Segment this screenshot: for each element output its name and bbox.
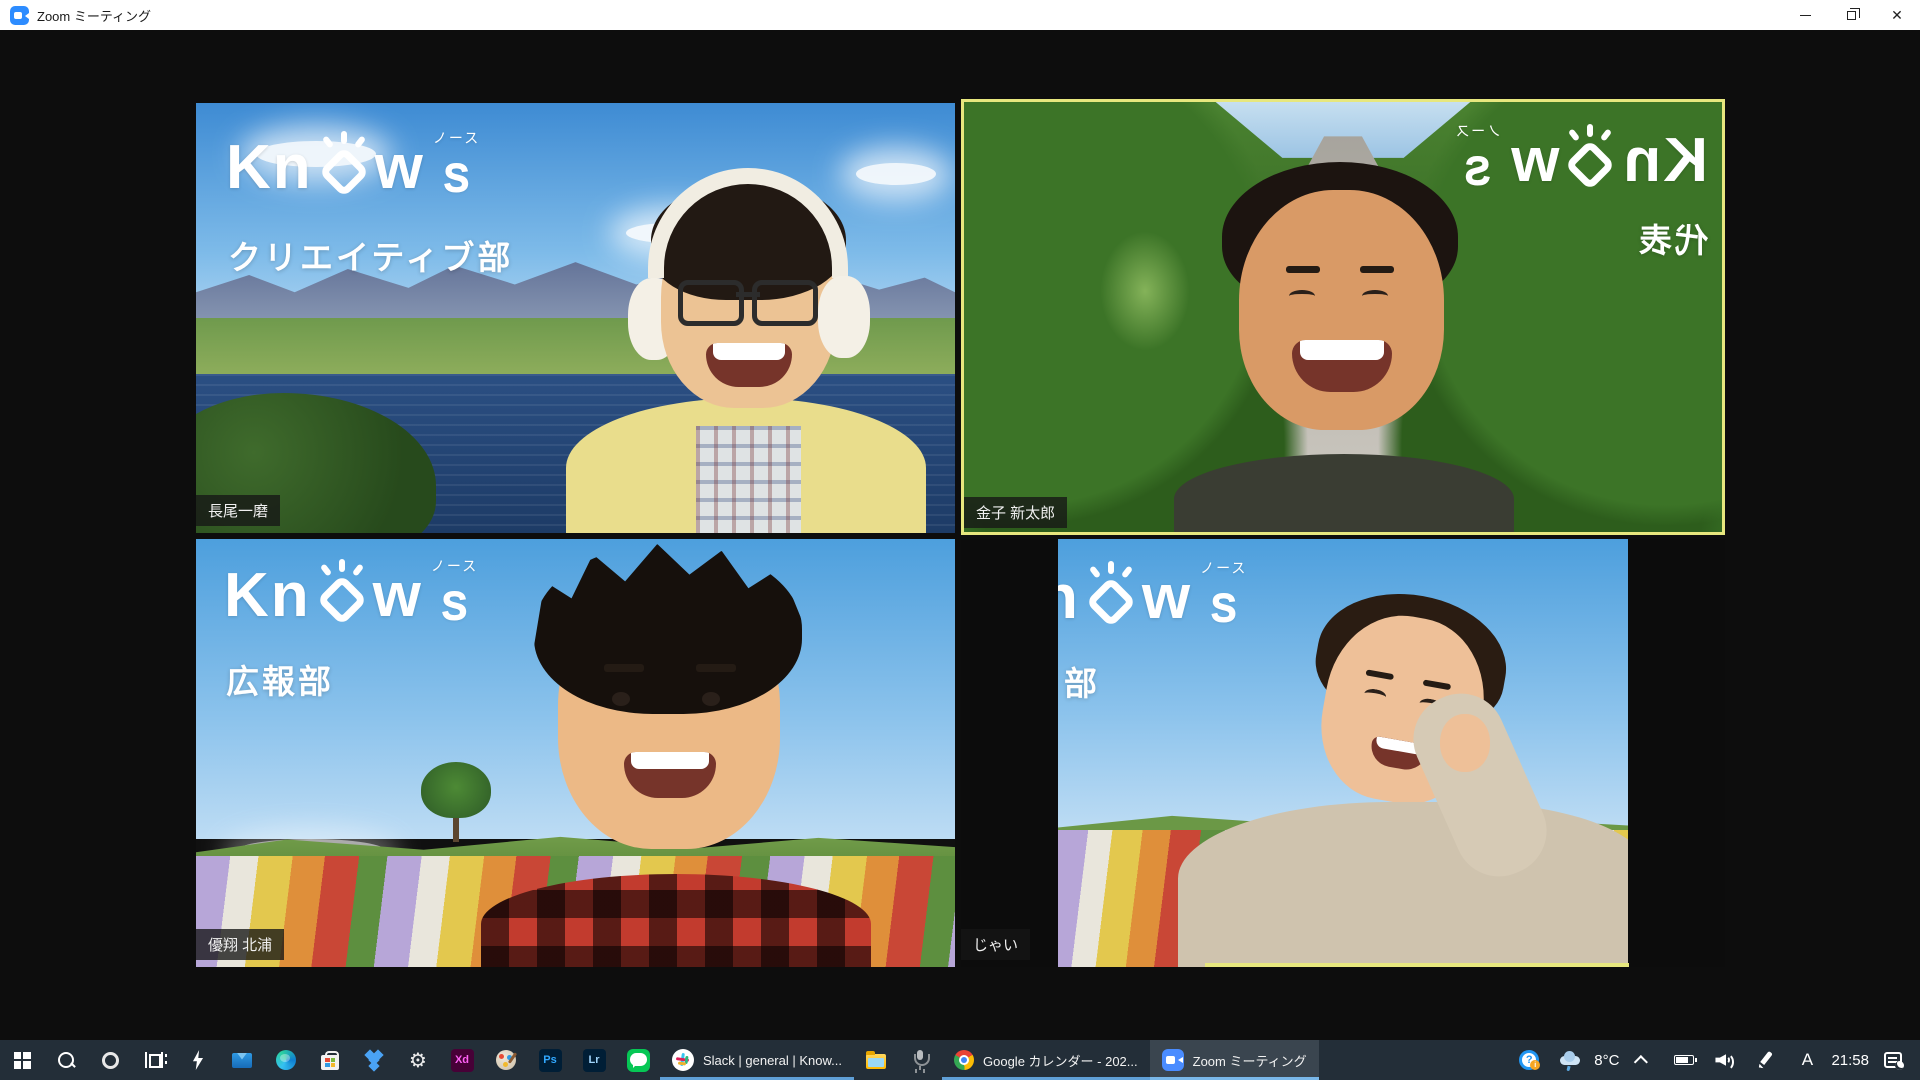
slack-window-button[interactable]: Slack | general | Know...	[660, 1040, 854, 1080]
edge-icon	[276, 1050, 296, 1070]
paint-3d-button[interactable]	[484, 1040, 528, 1080]
participant-name-label: じゃい	[961, 929, 1030, 960]
slack-icon	[672, 1049, 694, 1071]
action-center-button[interactable]	[1876, 1040, 1910, 1080]
photoshop-icon: Ps	[539, 1049, 562, 1072]
knows-logo: Kn w ノースs	[226, 131, 480, 199]
close-button[interactable]: ✕	[1874, 0, 1920, 30]
quick-launch-bolt-button[interactable]	[176, 1040, 220, 1080]
cortana-icon	[102, 1052, 119, 1069]
adobe-xd-icon: Xd	[451, 1049, 474, 1072]
participant-name-label: 金子 新太郎	[964, 497, 1067, 528]
help-question-icon: ?i	[1519, 1050, 1539, 1070]
gear-icon: ⚙	[409, 1050, 427, 1070]
participant-figure	[556, 158, 936, 533]
line-button[interactable]	[616, 1040, 660, 1080]
knows-logo-o-icon	[1567, 142, 1613, 188]
window-titlebar: Zoom ミーティング ✕	[0, 0, 1920, 30]
chrome-window-button[interactable]: Google カレンダー - 202...	[942, 1040, 1150, 1080]
speaker-icon	[1715, 1052, 1735, 1068]
ime-mode-letter: A	[1802, 1050, 1813, 1070]
cortana-button[interactable]	[88, 1040, 132, 1080]
knows-logo-cropped: n w ノースs	[1058, 561, 1247, 629]
windows-ink-button[interactable]	[1749, 1040, 1783, 1080]
notification-icon	[1884, 1052, 1902, 1068]
mail-icon	[232, 1053, 252, 1068]
windows-logo-icon	[14, 1052, 31, 1069]
close-icon: ✕	[1891, 8, 1903, 22]
settings-button[interactable]: ⚙	[396, 1040, 440, 1080]
chrome-icon	[954, 1050, 974, 1070]
search-icon	[57, 1051, 75, 1069]
microsoft-store-button[interactable]	[308, 1040, 352, 1080]
ime-mode-button[interactable]: A	[1790, 1040, 1824, 1080]
battery-tray-button[interactable]	[1667, 1040, 1701, 1080]
get-help-tray-button[interactable]: ?i	[1512, 1040, 1546, 1080]
chevron-up-icon	[1634, 1055, 1648, 1069]
department-label: クリエイティブ部	[228, 231, 513, 279]
video-tile-jai: n w ノースs 部	[1058, 539, 1628, 967]
lightroom-button[interactable]: Lr	[572, 1040, 616, 1080]
system-tray: ?i 8°C A 21:58	[1512, 1040, 1920, 1080]
windows-taskbar: ⚙ Xd Ps Lr Slack | general | Know... Goo…	[0, 1040, 1920, 1080]
photoshop-button[interactable]: Ps	[528, 1040, 572, 1080]
pen-icon	[1758, 1051, 1774, 1069]
participant-name-label: 長尾一磨	[196, 495, 280, 526]
knows-logo-o-icon	[321, 149, 367, 195]
temperature-readout[interactable]: 8°C	[1594, 1052, 1619, 1069]
paint-palette-icon	[496, 1050, 516, 1070]
restore-icon	[1847, 11, 1856, 20]
minimize-icon	[1800, 15, 1811, 16]
start-button[interactable]	[0, 1040, 44, 1080]
show-hidden-icons-button[interactable]	[1626, 1040, 1660, 1080]
voice-recorder-button[interactable]	[898, 1040, 942, 1080]
dropbox-button[interactable]	[352, 1040, 396, 1080]
restore-button[interactable]	[1828, 0, 1874, 30]
zoom-app-icon	[10, 6, 29, 25]
store-icon	[321, 1055, 339, 1070]
video-cell-jai[interactable]: n w ノースs 部 じゃい	[961, 539, 1725, 967]
mirrored-background-text: Kn w ノースs 代表	[1378, 124, 1708, 262]
minimize-button[interactable]	[1782, 0, 1828, 30]
department-label-mirrored: 代表	[1636, 214, 1708, 262]
adobe-xd-button[interactable]: Xd	[440, 1040, 484, 1080]
knows-logo-o-icon	[1088, 579, 1134, 625]
zoom-window-button[interactable]: Zoom ミーティング	[1150, 1040, 1319, 1080]
microphone-icon	[913, 1050, 927, 1070]
video-tile-kitaura[interactable]: Kn w ノースs 広報部 優翔 北浦	[196, 539, 955, 967]
line-icon	[627, 1049, 650, 1072]
battery-icon	[1674, 1055, 1694, 1065]
active-speaker-partial-border	[1205, 963, 1629, 967]
knows-logo-mirrored: Kn w ノースs	[1378, 124, 1708, 192]
clock[interactable]: 21:58	[1831, 1052, 1869, 1069]
participant-figure	[1208, 594, 1628, 967]
participant-figure	[516, 544, 846, 967]
meeting-gallery: Kn w ノースs クリエイティブ部 長尾一磨	[0, 30, 1920, 1040]
window-title: Zoom ミーティング	[37, 6, 151, 25]
lightning-bolt-icon	[191, 1050, 205, 1070]
video-tile-nagao[interactable]: Kn w ノースs クリエイティブ部 長尾一磨	[196, 103, 955, 533]
department-label: 広報部	[226, 655, 334, 703]
zoom-meeting-window: Zoom ミーティング ✕	[0, 0, 1920, 1080]
department-label-cropped: 部	[1064, 657, 1100, 705]
folder-icon	[866, 1054, 886, 1069]
video-tile-kaneko-active-speaker[interactable]: Kn w ノースs 代表 金子 新太郎	[961, 99, 1725, 535]
participant-name-label: 優翔 北浦	[196, 929, 284, 960]
weather-tray-button[interactable]	[1553, 1040, 1587, 1080]
task-view-icon	[145, 1052, 163, 1068]
rain-cloud-icon	[1558, 1051, 1582, 1069]
task-view-button[interactable]	[132, 1040, 176, 1080]
volume-tray-button[interactable]	[1708, 1040, 1742, 1080]
lightroom-icon: Lr	[583, 1049, 606, 1072]
knows-logo: Kn w ノースs	[224, 559, 478, 627]
zoom-icon	[1162, 1049, 1184, 1071]
dropbox-icon	[364, 1051, 384, 1069]
knows-logo-o-icon	[319, 577, 365, 623]
search-button[interactable]	[44, 1040, 88, 1080]
mail-button[interactable]	[220, 1040, 264, 1080]
file-explorer-button[interactable]	[854, 1040, 898, 1080]
edge-button[interactable]	[264, 1040, 308, 1080]
